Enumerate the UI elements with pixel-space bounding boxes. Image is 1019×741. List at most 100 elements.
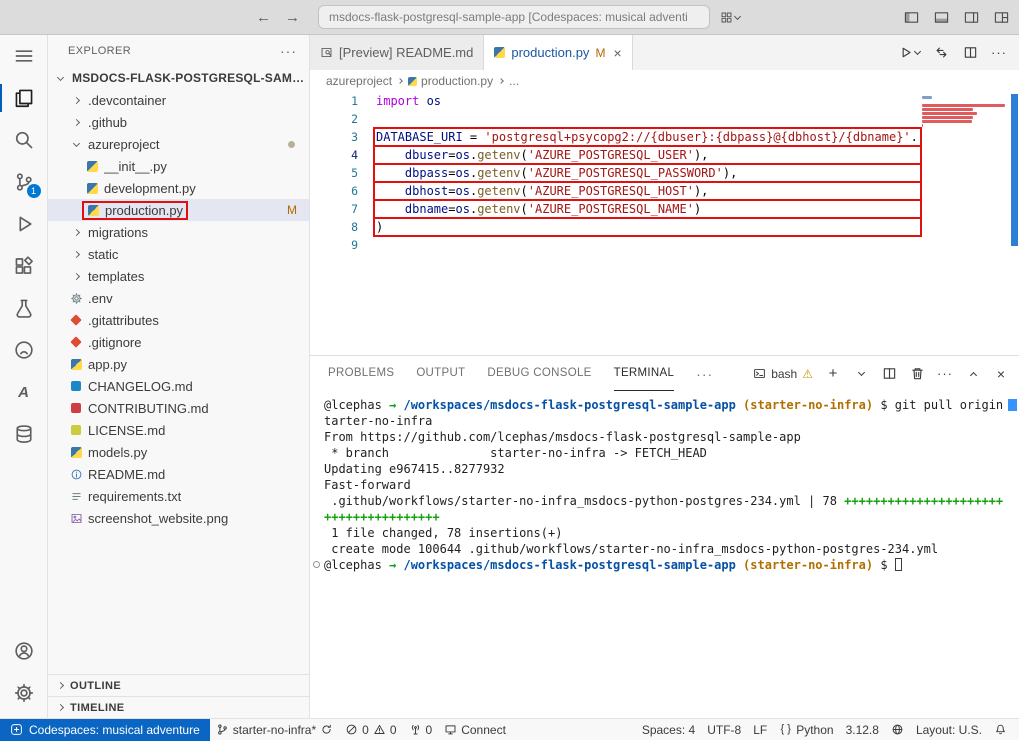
panel-close-icon[interactable]: × <box>993 366 1009 382</box>
panel-plus-icon[interactable]: + <box>825 366 841 382</box>
tree-item-migrations[interactable]: migrations <box>48 221 309 243</box>
remote-menu-button[interactable] <box>716 5 744 29</box>
tree-item-.env[interactable]: .env <box>48 287 309 309</box>
activitybar-account[interactable] <box>0 630 48 672</box>
tab-production.py[interactable]: production.pyM× <box>484 35 632 70</box>
source-control-badge: 1 <box>27 184 41 198</box>
tree-item-.gitignore[interactable]: .gitignore <box>48 331 309 353</box>
section-timeline[interactable]: TIMELINE <box>48 696 309 718</box>
chevron-right-icon <box>498 78 504 84</box>
tree-item-label: production.py <box>105 203 183 218</box>
line-number: 8 <box>310 218 358 236</box>
tree-item-screenshot_website.png[interactable]: screenshot_website.png <box>48 507 309 529</box>
panel-tab-terminal[interactable]: TERMINAL <box>614 356 675 391</box>
tree-item-requirements.txt[interactable]: requirements.txt <box>48 485 309 507</box>
panel-tab-output[interactable]: OUTPUT <box>416 356 465 391</box>
panel-more-tabs-icon[interactable]: ··· <box>696 366 713 382</box>
activitybar-github[interactable] <box>0 329 48 371</box>
activitybar-extensions[interactable] <box>0 245 48 287</box>
tree-item-models.py[interactable]: models.py <box>48 441 309 463</box>
tree-item-production.py[interactable]: production.pyM <box>48 199 309 221</box>
close-icon[interactable]: × <box>613 45 621 61</box>
tree-item-label: screenshot_website.png <box>88 511 228 526</box>
bell-icon <box>994 723 1007 736</box>
branch-status[interactable]: starter-no-infra* <box>210 719 339 741</box>
indentation-status[interactable]: Spaces: 4 <box>636 719 701 741</box>
terminal-scrollbar-thumb[interactable] <box>1008 399 1017 411</box>
code-editor[interactable]: 1import os23DATABASE_URI = 'postgresql+p… <box>310 92 1019 355</box>
tree-item-development.py[interactable]: development.py <box>48 177 309 199</box>
tree-item-CHANGELOG.md[interactable]: CHANGELOG.md <box>48 375 309 397</box>
terminal[interactable]: @lcephas → /workspaces/msdocs-flask-post… <box>310 391 1019 718</box>
tree-item-templates[interactable]: templates <box>48 265 309 287</box>
window-title: msdocs-flask-postgresql-sample-app [Code… <box>329 10 688 24</box>
panel-tab-debug-console[interactable]: DEBUG CONSOLE <box>487 356 591 391</box>
bash-terminal-icon <box>753 367 766 380</box>
eol-status[interactable]: LF <box>747 719 773 741</box>
more-actions-icon[interactable]: ··· <box>991 45 1007 61</box>
layout-sidebar-icon[interactable] <box>903 10 919 26</box>
activitybar-menu[interactable] <box>0 35 48 77</box>
forward-button[interactable]: → <box>285 10 300 25</box>
panel-trash-icon[interactable] <box>909 366 925 382</box>
warning-icon: ⚠ <box>802 367 813 381</box>
chevron-down-icon <box>68 143 84 146</box>
activitybar-settings[interactable] <box>0 672 48 714</box>
section-outline[interactable]: OUTLINE <box>48 674 309 696</box>
notifications-button[interactable] <box>988 719 1013 741</box>
connect-button[interactable]: Connect <box>438 719 512 741</box>
breadcrumb-item[interactable]: production.py <box>408 74 493 88</box>
activitybar-search[interactable] <box>0 119 48 161</box>
tree-item-.github[interactable]: .github <box>48 111 309 133</box>
tree-item-root[interactable]: MSDOCS-FLASK-POSTGRESQL-SAMPLE-... <box>48 67 309 89</box>
command-center-search[interactable]: msdocs-flask-postgresql-sample-app [Code… <box>318 5 710 29</box>
remote-indicator[interactable]: Codespaces: musical adventure <box>0 719 210 741</box>
panel-split-editor-icon[interactable] <box>881 366 897 382</box>
tree-item-__init__.py[interactable]: __init__.py <box>48 155 309 177</box>
explorer-more-actions-icon[interactable]: ··· <box>280 43 297 59</box>
globe-status[interactable] <box>885 719 910 741</box>
problems-status[interactable]: 00 <box>339 719 402 741</box>
keyboard-layout-status[interactable]: Layout: U.S. <box>910 719 988 741</box>
layout-sidebar-right-icon[interactable] <box>963 10 979 26</box>
tree-item-.gitattributes[interactable]: .gitattributes <box>48 309 309 331</box>
python-version-status[interactable]: 3.12.8 <box>840 719 885 741</box>
minimap[interactable] <box>922 94 1008 264</box>
panel-more-icon[interactable]: ··· <box>937 366 953 382</box>
ports-status[interactable]: 0 <box>403 719 439 741</box>
split-editor-icon[interactable] <box>962 45 978 61</box>
tree-item-CONTRIBUTING.md[interactable]: CONTRIBUTING.md <box>48 397 309 419</box>
back-button[interactable]: ← <box>256 10 271 25</box>
terminal-shell-selector[interactable]: bash⚠ <box>753 367 813 381</box>
panel-chevron-down-icon[interactable] <box>853 366 869 382</box>
run-python-file-button[interactable] <box>897 45 920 61</box>
layout-custom-icon[interactable] <box>993 10 1009 26</box>
terminal-line: * branch starter-no-infra -> FETCH_HEAD <box>324 445 1019 461</box>
tree-item-README.md[interactable]: README.md <box>48 463 309 485</box>
activitybar-azure[interactable]: A <box>0 371 48 413</box>
panel-chevron-up-icon[interactable] <box>965 366 981 382</box>
tree-item-.devcontainer[interactable]: .devcontainer <box>48 89 309 111</box>
language-status[interactable]: { }Python <box>773 719 839 741</box>
open-changes-icon[interactable] <box>933 45 949 61</box>
editor-area: [Preview] README.mdproduction.pyM× ··· az… <box>310 35 1019 718</box>
activitybar-source-control[interactable]: 1 <box>0 161 48 203</box>
breadcrumb-item[interactable]: ... <box>509 74 519 88</box>
tree-item-LICENSE.md[interactable]: LICENSE.md <box>48 419 309 441</box>
encoding-status[interactable]: UTF-8 <box>701 719 747 741</box>
activitybar-run-debug[interactable] <box>0 203 48 245</box>
terminal-line: tarter-no-infra <box>324 413 1019 429</box>
tree-item-static[interactable]: static <box>48 243 309 265</box>
activitybar-explorer[interactable] <box>0 77 48 119</box>
tree-item-app.py[interactable]: app.py <box>48 353 309 375</box>
tab--Preview-README.md[interactable]: [Preview] README.md <box>310 35 484 70</box>
command-decoration-icon[interactable] <box>313 561 320 568</box>
tree-root-label: MSDOCS-FLASK-POSTGRESQL-SAMPLE-... <box>72 71 309 85</box>
tree-item-azureproject[interactable]: azureproject <box>48 133 309 155</box>
panel-tab-problems[interactable]: PROBLEMS <box>328 356 394 391</box>
activitybar-database[interactable] <box>0 413 48 455</box>
breadcrumb-item[interactable]: azureproject <box>326 74 392 88</box>
python-icon <box>408 77 417 86</box>
activitybar-testing[interactable] <box>0 287 48 329</box>
layout-panel-icon[interactable] <box>933 10 949 26</box>
